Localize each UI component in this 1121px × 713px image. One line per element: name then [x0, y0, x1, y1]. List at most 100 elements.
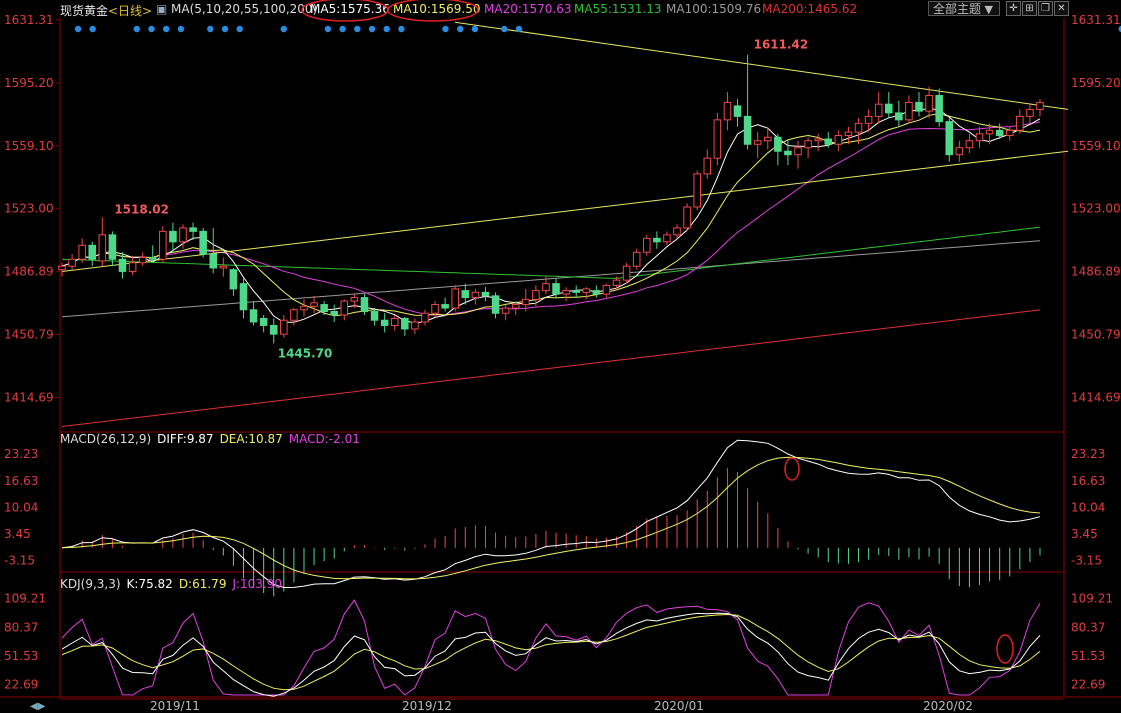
event-dot — [471, 25, 479, 33]
kdj-d-line — [61, 613, 1041, 691]
kdj-y-tick-right: 80.37 — [1071, 620, 1105, 634]
candle-body — [78, 244, 86, 260]
macd-y-tick-right: -3.15 — [1071, 554, 1102, 568]
candle-body — [320, 304, 328, 313]
candle-body — [814, 138, 822, 142]
kdj-y-tick-right: 22.69 — [1071, 677, 1105, 691]
event-dot — [280, 25, 287, 33]
event-dot — [163, 25, 170, 33]
kdj-y-tick-right: 109.21 — [1071, 592, 1113, 606]
candle-body — [683, 206, 691, 229]
candle-body — [481, 291, 490, 297]
ma5-line — [61, 107, 1041, 324]
macd-y-tick-right: 3.45 — [1071, 527, 1098, 541]
candle-body — [340, 300, 349, 316]
x-tick-label: 2020/01 — [654, 699, 704, 713]
y-tick-left: 1486.89 — [4, 265, 54, 279]
event-dot — [324, 25, 332, 33]
candle-body — [582, 288, 591, 293]
ma10-highlight — [387, 0, 479, 22]
candle-body — [68, 258, 76, 267]
kdj-y-tick-left: 80.37 — [4, 620, 38, 634]
event-dot — [501, 25, 508, 33]
candle-body — [148, 257, 157, 260]
y-tick-right: 1631.31 — [1071, 13, 1121, 27]
y-tick-left: 1595.20 — [4, 76, 54, 90]
candle-body — [461, 290, 470, 299]
candle-body — [58, 265, 66, 271]
ma200-line — [61, 309, 1041, 427]
x-tick-label: 2019/12 — [402, 699, 452, 713]
candle-body — [269, 324, 278, 335]
candle-body — [854, 122, 863, 133]
candle-body — [995, 129, 1004, 137]
candle-body — [1036, 101, 1044, 110]
candle-body — [622, 265, 631, 281]
event-dot — [207, 25, 214, 33]
candle-body — [572, 290, 580, 293]
macd-dea: DEA:10.87 — [219, 432, 283, 446]
macd-y-tick-left: 16.63 — [4, 474, 38, 488]
macd-y-tick-left: -3.15 — [4, 554, 35, 568]
kdj-k-line — [61, 612, 1041, 697]
candle-body — [643, 237, 651, 253]
macd-y-tick-left: 10.04 — [4, 500, 38, 514]
candle-body — [733, 105, 742, 117]
candle-body — [522, 298, 530, 306]
candle-body — [975, 133, 984, 142]
candle-body — [300, 305, 308, 311]
candle-body — [945, 121, 954, 156]
candle-body — [562, 290, 570, 295]
candle-body — [653, 237, 661, 243]
candle-body — [532, 290, 540, 300]
price-annotation: 1611.42 — [754, 38, 809, 52]
kdj-d: D:61.79 — [178, 577, 227, 591]
candle-body — [290, 309, 298, 321]
event-dot — [74, 25, 82, 33]
candle-body — [239, 283, 248, 311]
event-dot — [457, 25, 464, 33]
candle-body — [179, 227, 187, 243]
y-tick-right: 1450.79 — [1071, 328, 1121, 342]
candle-body — [864, 115, 873, 124]
candle-body — [763, 136, 772, 142]
candle-body — [441, 304, 449, 309]
macd-diff-line — [61, 439, 1041, 589]
candle-body — [723, 101, 732, 121]
event-dot — [515, 25, 523, 33]
candle-body — [98, 234, 107, 262]
candle-body — [229, 269, 238, 290]
candle-body — [471, 291, 480, 299]
candle-body — [219, 265, 228, 269]
candle-body — [511, 304, 520, 309]
candle-body — [592, 290, 601, 295]
candle-body — [834, 135, 843, 145]
candle-body — [753, 140, 762, 145]
price-annotation: 1445.70 — [278, 346, 333, 360]
candle-body — [310, 302, 318, 307]
candle-body — [280, 319, 288, 335]
ma10-line — [61, 113, 1041, 317]
candle-body — [632, 251, 641, 267]
ma20-line — [61, 121, 1041, 316]
event-dot — [398, 25, 405, 33]
scroll-arrows[interactable]: ◀▶ — [30, 701, 45, 712]
candle-body — [138, 257, 147, 264]
candle-body — [360, 297, 369, 313]
candle-body — [390, 317, 399, 326]
kdj-y-tick-right: 51.53 — [1071, 649, 1105, 663]
event-dot — [89, 25, 96, 33]
y-tick-right: 1559.10 — [1071, 139, 1121, 153]
kdj-y-tick-left: 51.53 — [4, 649, 38, 663]
chart-canvas[interactable]: 1631.31 1631.31 1595.20 1595.20 1559.10 1559.… — [0, 0, 1121, 713]
candle-body — [189, 227, 197, 232]
candle-body — [935, 94, 943, 123]
candle-body — [743, 115, 752, 145]
event-dot — [221, 25, 229, 33]
macd-y-tick-right: 10.04 — [1071, 500, 1105, 514]
event-dot — [133, 25, 140, 33]
candle-body — [844, 131, 853, 137]
event-dot — [383, 25, 390, 33]
kdj-j-line — [61, 599, 1041, 696]
kdj-label: KDJ(9,3,3) — [60, 577, 121, 591]
